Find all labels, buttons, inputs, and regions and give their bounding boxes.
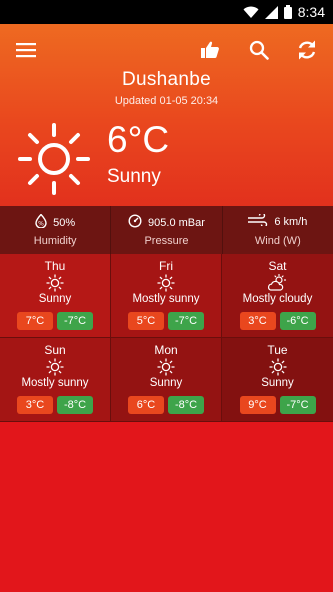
sun-icon (0, 358, 110, 376)
forecast-day-name: Mon (154, 343, 178, 357)
search-icon[interactable] (245, 36, 273, 64)
high-temp-badge: 6°C (128, 396, 164, 414)
high-temp-badge: 9°C (239, 396, 276, 414)
wifi-icon (243, 6, 259, 19)
low-temp-badge: -7°C (168, 312, 204, 330)
updated-time: Updated 01-05 20:34 (114, 95, 219, 107)
wind-icon (248, 212, 268, 229)
forecast-day-name: Fri (159, 259, 173, 273)
forecast-day[interactable]: Sat Mostly cloudy 3°C -6°C (222, 254, 333, 338)
high-temp-badge: 7°C (17, 312, 53, 330)
sun-icon (16, 121, 92, 202)
wind-label: Wind (W) (254, 235, 301, 247)
refresh-icon[interactable] (293, 36, 321, 64)
high-temp-badge: 5°C (128, 312, 164, 330)
forecast-condition: Sunny (38, 293, 72, 305)
high-temp-badge: 3°C (239, 312, 276, 330)
pressure-icon (128, 214, 142, 231)
sun-icon (222, 358, 333, 376)
low-temp-badge: -7°C (279, 396, 316, 414)
forecast-condition: Mostly sunny (21, 377, 89, 389)
forecast-day[interactable]: Mon Sunny 6°C -8°C (111, 338, 222, 422)
forecast-condition: Sunny (261, 377, 294, 389)
pressure-metric: 905.0 mBar Pressure (111, 206, 223, 254)
forecast-day[interactable]: Tue Sunny 9°C -7°C (222, 338, 333, 422)
forecast-day[interactable]: Fri Mostly sunny 5°C -7°C (111, 254, 222, 338)
status-bar: 8:34 (0, 0, 333, 24)
low-temp-badge: -7°C (57, 312, 93, 330)
forecast-day-name: Sun (44, 343, 66, 357)
thumbs-up-icon[interactable] (196, 36, 224, 64)
humidity-metric: % 50% Humidity (0, 206, 112, 254)
forecast-day[interactable]: Sun Mostly sunny 3°C -8°C (0, 338, 111, 422)
sun-icon (111, 358, 221, 376)
hamburger-menu-icon[interactable] (12, 36, 40, 64)
svg-text:%: % (38, 221, 44, 228)
partly-cloudy-icon (222, 274, 333, 292)
humidity-value: 50% (53, 216, 76, 229)
pressure-label: Pressure (144, 235, 189, 247)
current-weather-header: Dushanbe Updated 01-05 20:34 6°C Sunny (0, 24, 333, 206)
wind-metric: 6 km/h Wind (W) (223, 206, 333, 254)
forecast-day-name: Thu (44, 259, 66, 273)
pressure-value: 905.0 mBar (148, 216, 205, 229)
low-temp-badge: -6°C (279, 312, 316, 330)
forecast-day-name: Sat (268, 259, 287, 273)
battery-icon (283, 5, 292, 19)
forecast-day-name: Tue (267, 343, 288, 357)
forecast-grid: Thu Sunny 7°C -7°C Fri Mostly sunny 5°C … (0, 254, 333, 422)
forecast-condition: Sunny (149, 377, 183, 389)
city-name: Dushanbe (121, 69, 212, 90)
sun-icon (111, 274, 221, 292)
humidity-icon: % (35, 213, 47, 231)
humidity-label: Humidity (33, 235, 77, 247)
wind-value: 6 km/h (274, 215, 308, 228)
metrics-bar: % 50% Humidity 905.0 mBar Pressure 6 km/… (0, 206, 333, 254)
low-temp-badge: -8°C (57, 396, 93, 414)
forecast-condition: Mostly cloudy (242, 293, 313, 305)
sun-icon (0, 274, 110, 292)
low-temp-badge: -8°C (168, 396, 204, 414)
forecast-condition: Mostly sunny (132, 293, 200, 305)
current-condition: Sunny (107, 166, 161, 187)
signal-icon (264, 5, 278, 19)
current-temperature: 6°C (107, 119, 170, 160)
high-temp-badge: 3°C (17, 396, 53, 414)
clock: 8:34 (297, 4, 325, 20)
forecast-day[interactable]: Thu Sunny 7°C -7°C (0, 254, 111, 338)
